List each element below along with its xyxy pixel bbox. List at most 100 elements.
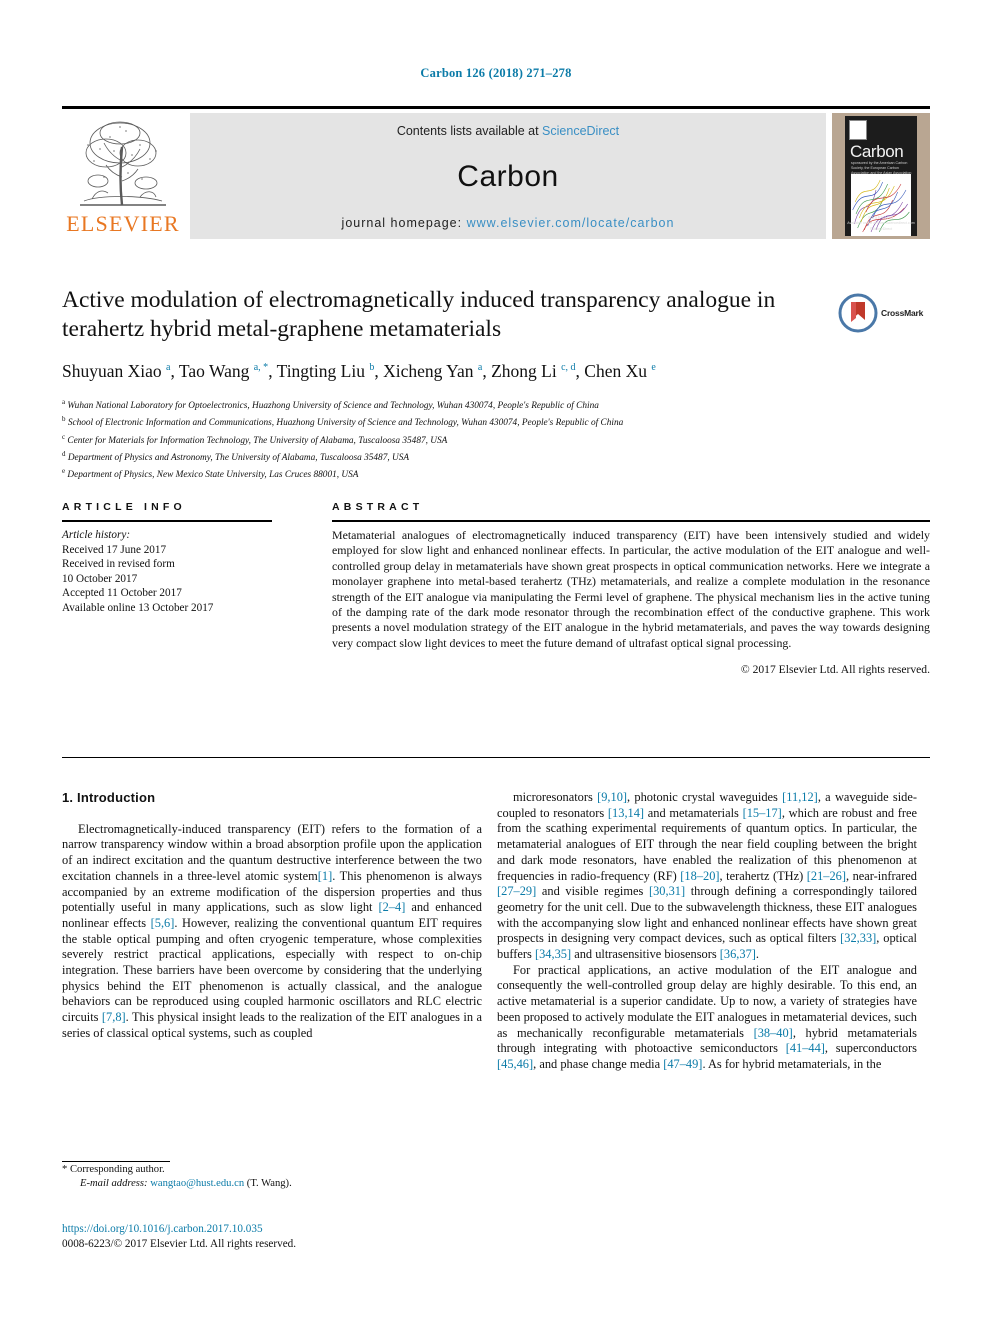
citation-reference[interactable]: [32,33]: [840, 931, 876, 945]
email-owner: (T. Wang).: [246, 1178, 292, 1189]
citation-reference[interactable]: [21–26]: [807, 869, 846, 883]
affiliation-item: d Department of Physics and Astronomy, T…: [62, 448, 892, 465]
affiliation-text: School of Electronic Information and Com…: [65, 418, 624, 429]
body-paragraph: microresonators [9,10], photonic crystal…: [497, 790, 917, 962]
journal-article-page: Carbon 126 (2018) 271–278 ELSEVIER Conte…: [0, 0, 992, 1323]
body-paragraph: For practical applications, an active mo…: [497, 962, 917, 1071]
article-history-item: Accepted 11 October 2017: [62, 587, 182, 600]
article-history-item: Received in revised form: [62, 558, 175, 571]
author-affiliation-mark: c, d: [561, 362, 576, 373]
citation-reference[interactable]: [18–20]: [680, 869, 719, 883]
elsevier-wordmark: ELSEVIER: [66, 211, 180, 236]
citation-reference[interactable]: [1]: [318, 869, 332, 883]
affiliation-text: Center for Materials for Information Tec…: [65, 435, 448, 446]
issn-copyright-line: 0008-6223/© 2017 Elsevier Ltd. All right…: [62, 1238, 297, 1250]
journal-homepage-url[interactable]: www.elsevier.com/locate/carbon: [467, 216, 675, 230]
email-label: E-mail address:: [80, 1178, 148, 1189]
citation-reference[interactable]: [2–4]: [379, 900, 406, 914]
author-separator: ,: [575, 360, 585, 381]
author-separator: ,: [374, 360, 384, 381]
journal-title: Carbon: [457, 160, 559, 193]
article-history-item: Received 17 June 2017: [62, 543, 167, 556]
affiliation-text: Department of Physics and Astronomy, The…: [65, 452, 410, 463]
body-top-rule: [62, 757, 930, 758]
sciencedirect-link[interactable]: ScienceDirect: [542, 124, 619, 138]
citation-reference[interactable]: [27–29]: [497, 884, 536, 898]
author-affiliation-mark: e: [651, 362, 656, 373]
left-column-paragraphs: Electromagnetically-induced transparency…: [62, 822, 482, 1042]
citation-reference[interactable]: [34,35]: [535, 947, 571, 961]
author-name: Tao Wang: [178, 360, 254, 381]
abstract-copyright: © 2017 Elsevier Ltd. All rights reserved…: [740, 663, 930, 677]
abstract-block: Metamaterial analogues of electromagneti…: [332, 528, 930, 678]
affiliation-text: Wuhan National Laboratory for Optoelectr…: [65, 401, 599, 412]
article-info-rule: [62, 520, 272, 522]
footer-doi-block: https://doi.org/10.1016/j.carbon.2017.10…: [62, 1222, 492, 1252]
citation-reference[interactable]: [15–17]: [743, 806, 782, 820]
citation-reference[interactable]: [9,10]: [597, 790, 627, 804]
author-separator: ,: [482, 360, 492, 381]
affiliation-item: b School of Electronic Information and C…: [62, 413, 892, 430]
affiliation-item: c Center for Materials for Information T…: [62, 431, 892, 448]
author-name: Zhong Li: [491, 360, 562, 381]
affiliation-text: Department of Physics, New Mexico State …: [65, 470, 359, 481]
author-affiliation-mark: a, *: [253, 362, 269, 373]
citation-reference[interactable]: [45,46]: [497, 1057, 533, 1071]
affiliation-list: a Wuhan National Laboratory for Optoelec…: [62, 396, 892, 482]
cover-title: Carbon: [850, 142, 904, 161]
citation-reference[interactable]: [11,12]: [782, 790, 818, 804]
citation-reference[interactable]: [30,31]: [649, 884, 685, 898]
crossmark-icon: [838, 293, 878, 333]
elsevier-tree-icon: [70, 117, 174, 209]
body-column-left: 1. Introduction Electromagnetically-indu…: [62, 790, 482, 1042]
corresponding-author-note: * Corresponding author.: [62, 1163, 482, 1177]
article-history-item: 10 October 2017: [62, 572, 138, 585]
body-paragraph: Electromagnetically-induced transparency…: [62, 821, 482, 1040]
citation-reference[interactable]: [41–44]: [786, 1041, 825, 1055]
article-history-lines: Received 17 June 2017 Received in revised…: [62, 543, 272, 616]
masthead-center-panel: Contents lists available at ScienceDirec…: [190, 113, 826, 239]
crossmark-label: CrossMark: [881, 308, 924, 318]
citation-reference[interactable]: [38–40]: [754, 1026, 793, 1040]
right-column-paragraphs: microresonators [9,10], photonic crystal…: [497, 790, 917, 1073]
elsevier-logo: ELSEVIER: [62, 113, 184, 239]
author-separator: ,: [268, 360, 277, 381]
author-list: Shuyuan Xiao a, Tao Wang a, *, Tingting …: [62, 357, 822, 382]
citation-reference[interactable]: [7,8]: [102, 1010, 126, 1024]
abstract-rule: [332, 520, 930, 522]
crossmark-badge[interactable]: CrossMark: [838, 290, 934, 336]
footnote-rule: [62, 1161, 170, 1162]
abstract-text: Metamaterial analogues of electromagneti…: [332, 528, 930, 650]
journal-cover-thumbnail: Carbon sponsored by the American Carbon …: [832, 113, 930, 239]
contents-prefix: Contents lists available at: [396, 124, 543, 138]
cover-society-badge-icon: [849, 120, 867, 140]
running-head: Carbon 126 (2018) 271–278: [420, 66, 572, 80]
author-separator: ,: [170, 360, 179, 381]
author-name: Xicheng Yan: [383, 360, 478, 381]
journal-homepage-line: journal homepage: www.elsevier.com/locat…: [190, 216, 826, 230]
article-info-heading: ARTICLE INFO: [62, 501, 186, 513]
article-history-item: Available online 13 October 2017: [62, 601, 214, 614]
homepage-prefix: journal homepage:: [341, 216, 467, 230]
citation-reference[interactable]: [13,14]: [608, 806, 644, 820]
abstract-heading: ABSTRACT: [332, 501, 424, 513]
citation-reference[interactable]: [5,6]: [151, 916, 175, 930]
citation-reference[interactable]: [36,37]: [720, 947, 756, 961]
email-address-link[interactable]: wangtao@hust.edu.cn: [150, 1178, 244, 1189]
section-heading-introduction: 1. Introduction: [62, 790, 156, 805]
body-column-right: microresonators [9,10], photonic crystal…: [497, 790, 917, 1073]
article-history-label: Article history:: [62, 529, 131, 541]
footnote-block: * Corresponding author. E-mail address: …: [62, 1163, 482, 1191]
affiliation-item: a Wuhan National Laboratory for Optoelec…: [62, 396, 892, 413]
article-title-block: Active modulation of electromagnetically…: [62, 286, 822, 382]
article-history: Article history: Received 17 June 2017 Re…: [62, 528, 272, 616]
corresponding-marker: *: [62, 1164, 68, 1175]
author-name: Shuyuan Xiao: [62, 360, 167, 381]
page-title: Active modulation of electromagnetically…: [62, 287, 776, 342]
email-note: E-mail address: wangtao@hust.edu.cn (T. …: [62, 1177, 482, 1191]
contents-available-line: Contents lists available at ScienceDirec…: [190, 124, 826, 138]
doi-link[interactable]: https://doi.org/10.1016/j.carbon.2017.10…: [62, 1222, 492, 1237]
cover-footer-text: Available online at www.sciencedirect.co…: [847, 221, 915, 231]
affiliation-item: e Department of Physics, New Mexico Stat…: [62, 465, 892, 482]
citation-reference[interactable]: [47–49]: [663, 1057, 702, 1071]
